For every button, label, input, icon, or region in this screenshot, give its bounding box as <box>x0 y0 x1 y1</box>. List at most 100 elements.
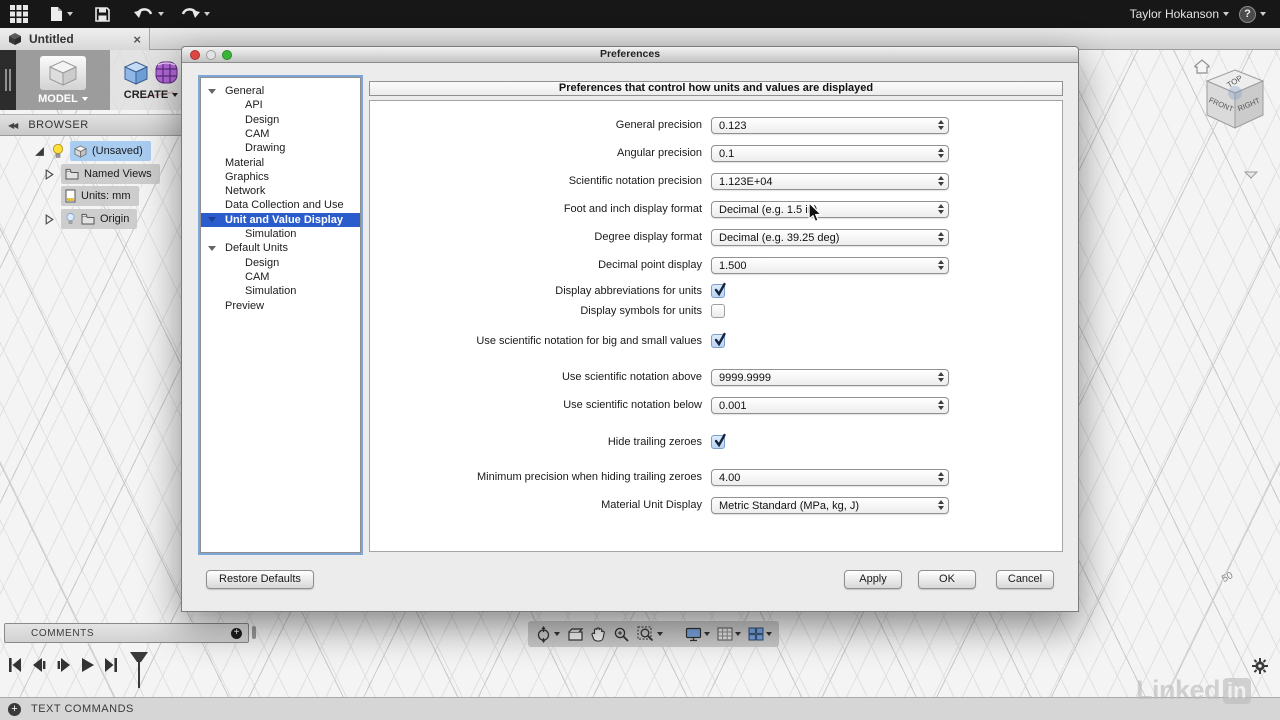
help-menu[interactable]: ? <box>1239 6 1266 23</box>
display-symbols-for-units-checkbox[interactable] <box>711 304 725 318</box>
foot-and-inch-display-format-select[interactable]: Decimal (e.g. 1.5 in) <box>711 201 949 218</box>
browser-item-named-views[interactable]: Named Views <box>0 164 160 184</box>
ok-button[interactable]: OK <box>918 570 976 589</box>
preferences-tree-item-preview[interactable]: Preview <box>201 299 360 313</box>
file-menu-icon[interactable] <box>50 6 73 22</box>
zoom-tool[interactable] <box>613 626 630 643</box>
browser-item-unsaved[interactable]: (Unsaved) <box>0 141 151 161</box>
browser-collapse-icon[interactable]: ◀◀ <box>8 121 16 130</box>
preferences-tree-item-drawing[interactable]: Drawing <box>201 141 360 155</box>
preferences-tree-item-api[interactable]: API <box>201 98 360 112</box>
tree-expander-icon[interactable] <box>208 246 216 251</box>
collapsed-node-icon[interactable] <box>44 214 55 225</box>
close-window-icon[interactable] <box>190 50 200 60</box>
preferences-tree-item-network[interactable]: Network <box>201 184 360 198</box>
browser-item-units[interactable]: Units: mm <box>0 186 139 206</box>
grid-caret-icon[interactable] <box>735 632 741 636</box>
home-icon[interactable] <box>1195 60 1209 73</box>
preferences-tree-item-cam[interactable]: CAM <box>201 270 360 284</box>
preferences-tree-item-simulation[interactable]: Simulation <box>201 284 360 298</box>
tree-expander-icon[interactable] <box>208 217 216 222</box>
preferences-tree-item-simulation[interactable]: Simulation <box>201 227 360 241</box>
model-workspace-menu[interactable]: MODEL <box>16 50 110 110</box>
select-stepper-icon[interactable] <box>938 230 944 245</box>
undo-caret-icon[interactable] <box>158 12 164 16</box>
use-scientific-notation-below-select[interactable]: 0.001 <box>711 397 949 414</box>
go-to-start-button[interactable] <box>8 657 22 673</box>
scientific-notation-precision-select[interactable]: 1.123E+04 <box>711 173 949 190</box>
fit-caret-icon[interactable] <box>657 632 663 636</box>
grid-snap-settings[interactable] <box>717 627 741 641</box>
visibility-bulb-off-icon[interactable] <box>65 212 76 226</box>
browser-item-origin[interactable]: Origin <box>0 209 137 229</box>
create-box-icon[interactable] <box>123 60 149 86</box>
document-root-item[interactable]: (Unsaved) <box>70 141 151 161</box>
preferences-tree-item-material[interactable]: Material <box>201 156 360 170</box>
step-back-button[interactable] <box>31 657 47 673</box>
viewports-settings[interactable] <box>748 627 772 641</box>
select-stepper-icon[interactable] <box>938 202 944 217</box>
undo-icon[interactable] <box>134 8 164 21</box>
help-icon[interactable]: ? <box>1239 6 1256 23</box>
select-stepper-icon[interactable] <box>938 118 944 133</box>
tree-expander-icon[interactable] <box>208 89 216 94</box>
hide-trailing-zeroes-checkbox[interactable] <box>711 435 725 449</box>
preferences-tree-item-general[interactable]: General <box>201 84 360 98</box>
preferences-tree-item-data-collection-and-use[interactable]: Data Collection and Use <box>201 198 360 212</box>
preferences-tree-item-default-units[interactable]: Default Units <box>201 241 360 255</box>
tab-untitled[interactable]: Untitled × <box>0 28 150 50</box>
add-comment-icon[interactable]: + <box>231 628 242 639</box>
preferences-tree-item-design[interactable]: Design <box>201 256 360 270</box>
comments-scrollbar[interactable] <box>252 626 256 639</box>
go-to-end-button[interactable] <box>104 657 118 673</box>
viewports-caret-icon[interactable] <box>766 632 772 636</box>
angular-precision-select[interactable]: 0.1 <box>711 145 949 162</box>
decimal-point-display-select[interactable]: 1.500 <box>711 257 949 274</box>
visibility-bulb-icon[interactable] <box>51 143 65 160</box>
dialog-title-bar[interactable]: Preferences <box>182 47 1078 63</box>
preferences-tree-item-design[interactable]: Design <box>201 113 360 127</box>
preferences-tree-item-unit-and-value-display[interactable]: Unit and Value Display <box>201 213 360 227</box>
timeline-marker[interactable] <box>128 652 150 688</box>
redo-icon[interactable] <box>180 8 210 21</box>
play-button[interactable] <box>81 657 95 673</box>
restore-defaults-button[interactable]: Restore Defaults <box>206 570 314 589</box>
select-stepper-icon[interactable] <box>938 258 944 273</box>
apply-button[interactable]: Apply <box>844 570 902 589</box>
expanded-node-icon[interactable] <box>34 146 45 157</box>
minimize-window-icon[interactable] <box>206 50 216 60</box>
origin-item[interactable]: Origin <box>61 209 137 229</box>
create-form-icon[interactable] <box>154 60 179 85</box>
text-commands-toggle-icon[interactable]: + <box>8 703 21 716</box>
toolbar-grip-handle[interactable] <box>0 50 16 110</box>
material-unit-display-select[interactable]: Metric Standard (MPa, kg, J) <box>711 497 949 514</box>
user-menu[interactable]: Taylor Hokanson <box>1130 7 1229 21</box>
use-scientific-notation-above-select[interactable]: 9999.9999 <box>711 369 949 386</box>
select-stepper-icon[interactable] <box>938 370 944 385</box>
save-icon[interactable] <box>95 7 110 22</box>
select-stepper-icon[interactable] <box>938 146 944 161</box>
minimum-precision-when-hiding-trailing-zeroes-select[interactable]: 4.00 <box>711 469 949 486</box>
collapsed-node-icon[interactable] <box>44 169 55 180</box>
fit-tool[interactable] <box>637 626 663 643</box>
redo-caret-icon[interactable] <box>204 12 210 16</box>
cancel-button[interactable]: Cancel <box>996 570 1054 589</box>
display-abbreviations-for-units-checkbox[interactable] <box>711 284 725 298</box>
orbit-tool[interactable] <box>535 626 560 643</box>
named-views-item[interactable]: Named Views <box>61 164 160 184</box>
preferences-tree-item-cam[interactable]: CAM <box>201 127 360 141</box>
comments-panel[interactable]: COMMENTS + <box>4 623 249 643</box>
create-menu[interactable]: CREATE <box>110 50 192 110</box>
viewcube-cube[interactable]: TOP FRONT RIGHT <box>1207 70 1263 128</box>
select-stepper-icon[interactable] <box>938 398 944 413</box>
settings-gear-icon[interactable] <box>1252 658 1268 674</box>
tab-close-icon[interactable]: × <box>133 33 141 46</box>
preferences-tree-item-graphics[interactable]: Graphics <box>201 170 360 184</box>
look-at-tool[interactable] <box>567 627 584 642</box>
orbit-caret-icon[interactable] <box>554 632 560 636</box>
select-stepper-icon[interactable] <box>938 470 944 485</box>
viewcube[interactable]: TOP FRONT RIGHT <box>1185 54 1280 194</box>
select-stepper-icon[interactable] <box>938 498 944 513</box>
pan-tool[interactable] <box>591 626 606 642</box>
viewcube-menu-icon[interactable] <box>1245 172 1257 178</box>
